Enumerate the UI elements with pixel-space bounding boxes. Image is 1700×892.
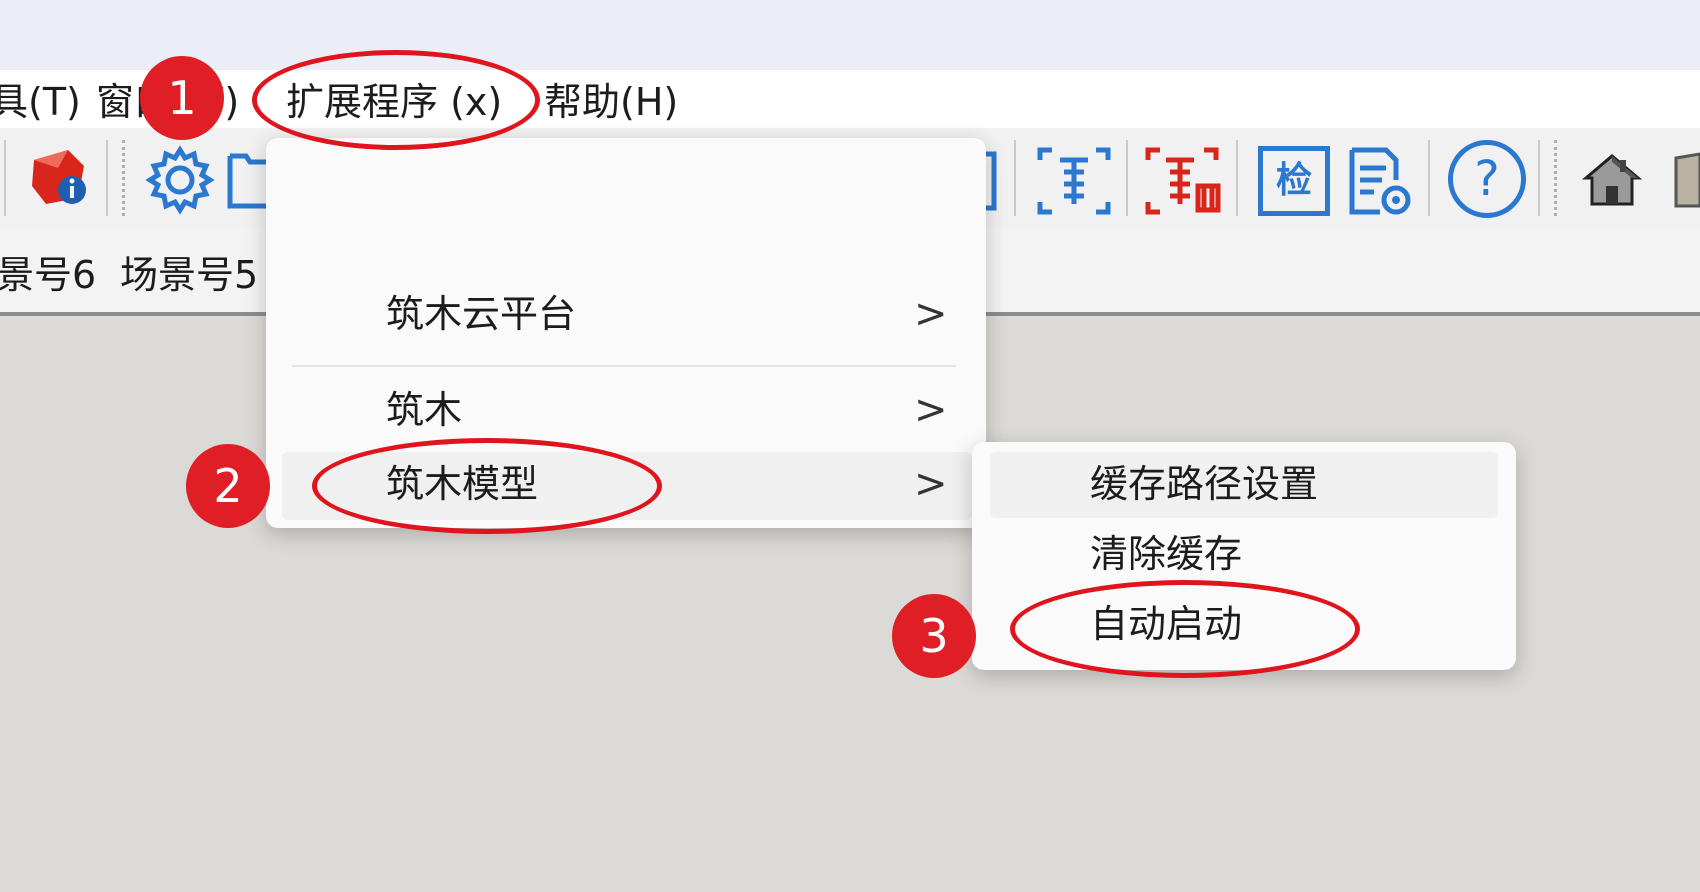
house-icon[interactable]: [1581, 150, 1643, 210]
menu-item-zhumu-cloud-platform[interactable]: 筑木云平台 >: [282, 280, 972, 348]
toolbar-separator: [1126, 140, 1128, 216]
toolbar-grip: [1554, 140, 1557, 216]
toolbar-separator: [1428, 140, 1430, 216]
annotation-ring-auto-start: [1010, 580, 1360, 678]
submenu-item-clear-cache[interactable]: 清除缓存: [990, 522, 1498, 588]
step-badge-2: 2: [186, 444, 270, 528]
step-badge-3: 3: [892, 594, 976, 678]
toolbar-separator: [4, 140, 6, 216]
model-info-icon[interactable]: [28, 146, 90, 208]
annotation-ring-extensions: [252, 50, 540, 150]
toolbar-separator: [1014, 140, 1016, 216]
title-bar: [0, 0, 1700, 70]
step-badge-1: 1: [140, 56, 224, 140]
annotation-ring-zhumu-model: [312, 438, 662, 534]
submenu-item-cache-path-settings[interactable]: 缓存路径设置: [990, 452, 1498, 518]
toolbar-separator: [1236, 140, 1238, 216]
toolbar-grip: [122, 140, 125, 216]
chevron-right-icon: >: [914, 291, 948, 337]
component-red-icon[interactable]: [1144, 146, 1224, 216]
help-icon[interactable]: ?: [1448, 140, 1526, 218]
toolbar-separator: [106, 140, 108, 216]
menu-separator: [292, 365, 956, 367]
submenu-item-label: 缓存路径设置: [1090, 462, 1319, 506]
component-blue-icon[interactable]: [1036, 146, 1112, 216]
folder-icon[interactable]: [226, 150, 266, 212]
menu-item-label: 筑木: [386, 388, 463, 432]
scene-tab[interactable]: 景号6: [0, 244, 96, 299]
gear-icon[interactable]: [144, 144, 216, 216]
menu-item-label: 筑木云平台: [386, 292, 577, 336]
scene-tab[interactable]: 场景号5: [120, 244, 258, 299]
menu-help[interactable]: 帮助(H): [544, 80, 678, 124]
box-icon[interactable]: [1672, 150, 1700, 210]
menu-tools[interactable]: 具(T): [0, 80, 81, 124]
menu-item-zhumu[interactable]: 筑木 >: [282, 378, 972, 446]
document-settings-icon[interactable]: [1346, 146, 1414, 218]
submenu-item-label: 清除缓存: [1090, 532, 1243, 576]
toolbar-separator: [1538, 140, 1540, 216]
chevron-right-icon: >: [914, 387, 948, 433]
chevron-right-icon: >: [914, 461, 948, 507]
check-icon[interactable]: 检: [1258, 146, 1330, 216]
